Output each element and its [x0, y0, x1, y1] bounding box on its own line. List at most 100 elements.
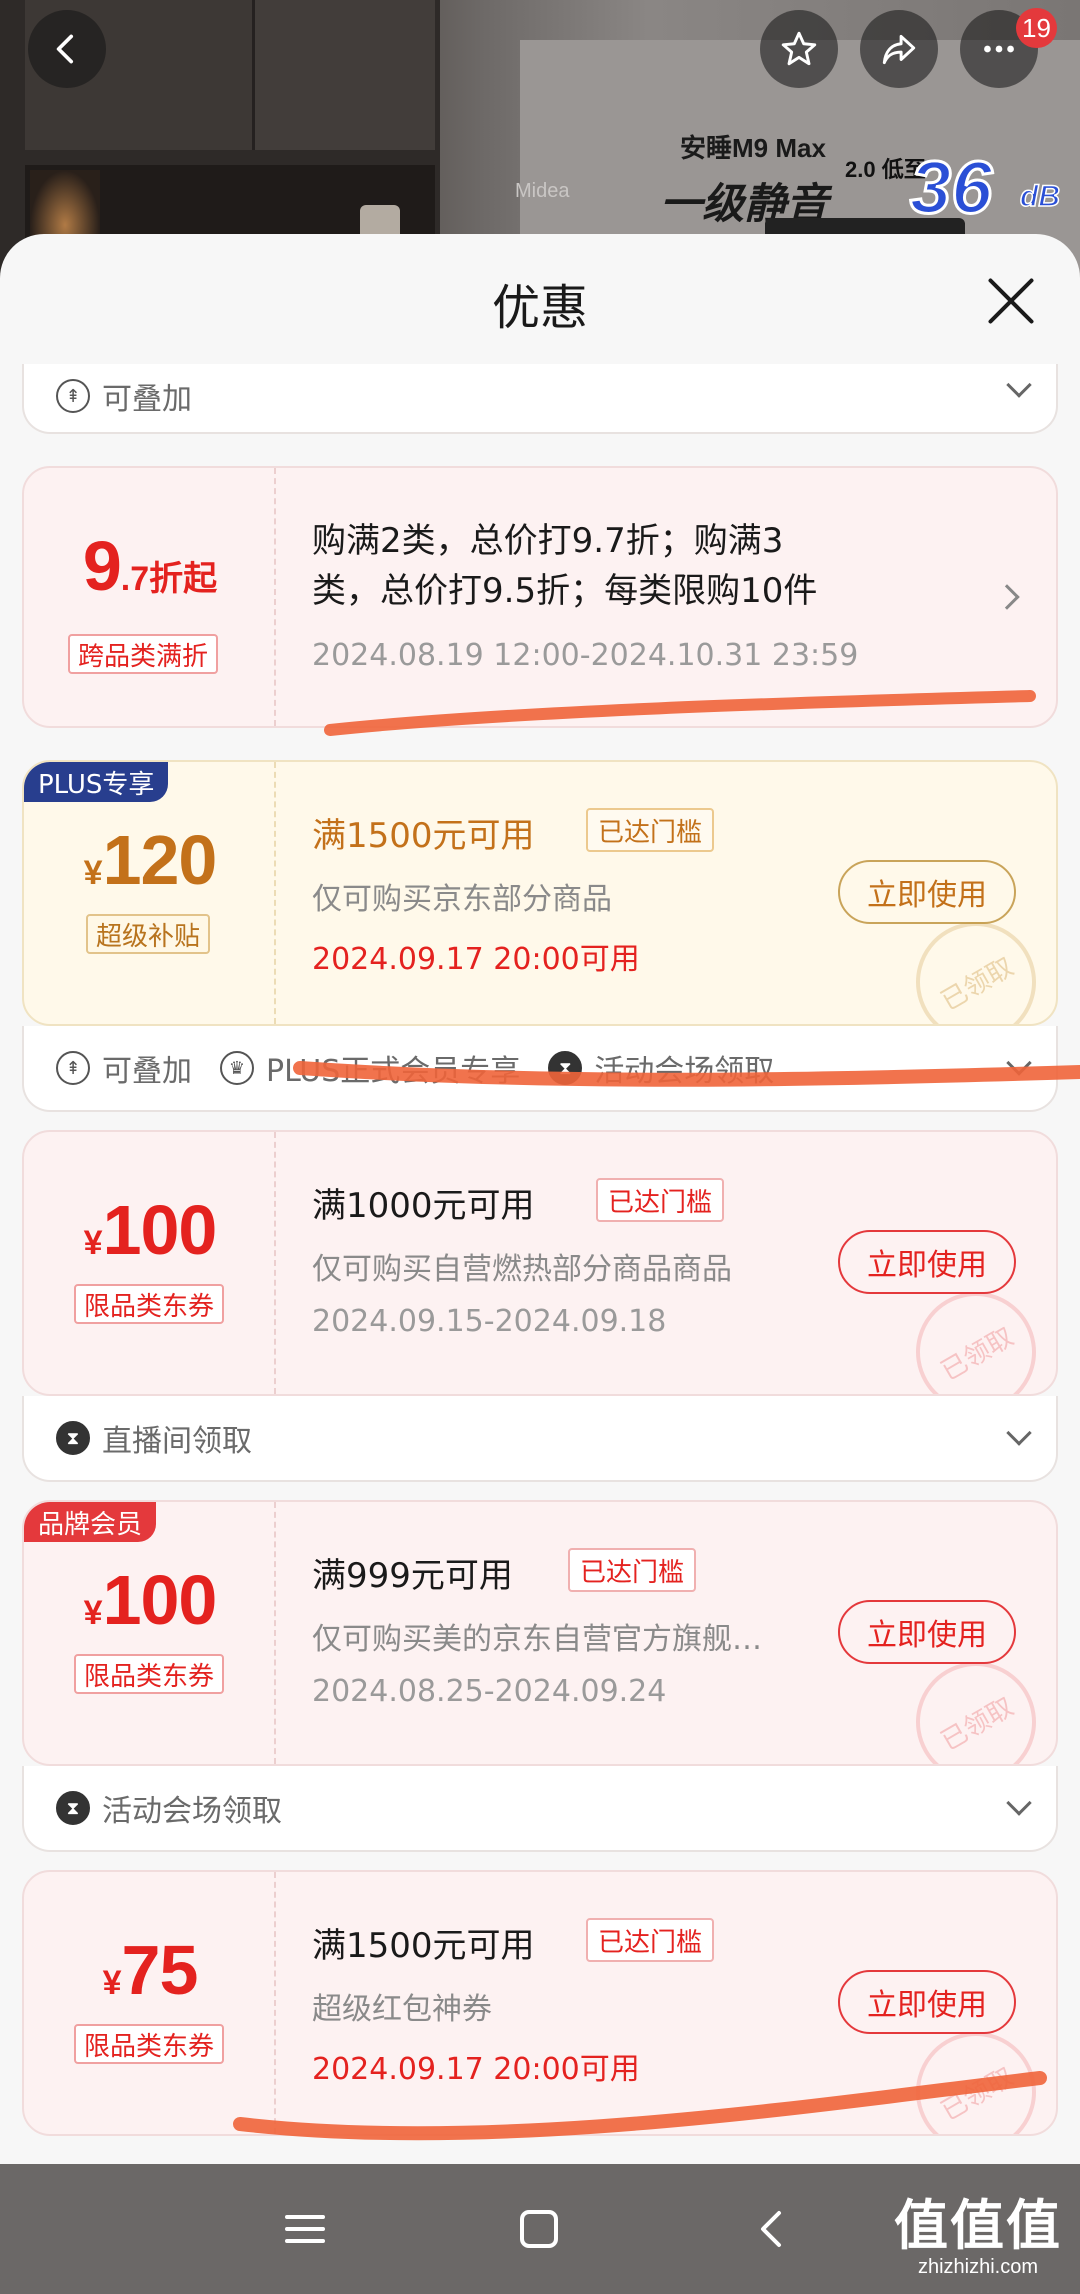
discount-card[interactable]: 9.7折起 跨品类满折 购满2类，总价打9.7折；购满3 类，总价打9.5折；每… — [22, 466, 1058, 728]
more-dots-icon — [984, 45, 1014, 53]
coupon-desc: 超级红包神券 — [312, 1992, 492, 2027]
coupon-body: 满999元可用 已达门槛 仅可购买美的京东自营官方旗舰… 2024.08.25-… — [312, 1502, 1056, 1764]
menu-icon — [285, 2215, 325, 2243]
coupon-amount-value: 75 — [121, 1931, 199, 2009]
coupon-body: 满1500元可用 已达门槛 仅可购买京东部分商品 2024.09.17 20:0… — [312, 762, 1056, 1024]
live-room-item: ⧗ 直播间领取 — [56, 1416, 252, 1460]
stack-icon: ⇞ — [56, 379, 90, 413]
coupon-footer[interactable]: ⧗ 活动会场领取 — [22, 1766, 1058, 1852]
venue-item: ⧗ 活动会场领取 — [56, 1786, 282, 1830]
discount-body: 购满2类，总价打9.7折；购满3 类，总价打9.5折；每类限购10件 2024.… — [312, 468, 1016, 726]
menu-nav-button[interactable] — [270, 2194, 340, 2264]
coupon-amount-value: 120 — [102, 821, 218, 899]
coupon-desc: 仅可购买自营燃热部分商品商品 — [312, 1252, 732, 1287]
coupon-tag: 限品类东券 — [74, 2024, 225, 2064]
ticket-icon: ⧗ — [548, 1051, 583, 1085]
notification-badge: 19 — [1016, 8, 1057, 48]
coupon-amount: ¥100 — [24, 1190, 276, 1270]
coupon-title: 满1500元可用 — [312, 816, 535, 856]
coupon-amount: ¥100 — [24, 1560, 276, 1640]
venue-item: ⧗ 活动会场领取 — [548, 1046, 774, 1090]
close-icon[interactable] — [986, 276, 1036, 326]
stackable-item: ⇞ 可叠加 — [56, 374, 192, 418]
crown-icon: ♛ — [220, 1051, 254, 1085]
sheet-title: 优惠 — [491, 280, 588, 336]
footer-label: 活动会场领取 — [594, 1054, 775, 1089]
coupon-footer[interactable]: ⧗ 直播间领取 — [22, 1396, 1058, 1482]
use-now-button[interactable]: 立即使用 — [838, 1970, 1016, 2034]
star-icon — [781, 31, 817, 66]
use-now-button[interactable]: 立即使用 — [838, 1600, 1016, 1664]
plus-member-item: ♛ PLUS正式会员专享 — [220, 1046, 520, 1090]
stackable-row[interactable]: ⇞ 可叠加 — [22, 364, 1058, 434]
watermark: 值值值 zhizhizhi.com — [894, 2196, 1062, 2279]
coupon-amount: ¥75 — [24, 1930, 276, 2010]
threshold-reached-badge: 已达门槛 — [568, 1548, 697, 1592]
chevron-left-icon — [56, 34, 74, 64]
coupon-left: ¥75 限品类东券 — [24, 1872, 276, 2134]
back-nav-button[interactable] — [738, 2194, 808, 2264]
ticket-icon: ⧗ — [56, 1791, 90, 1825]
currency-symbol: ¥ — [83, 1224, 103, 1262]
home-nav-button[interactable] — [504, 2194, 574, 2264]
brand-member-badge: 品牌会员 — [24, 1502, 157, 1542]
coupon-left: ¥100 限品类东券 — [24, 1132, 276, 1394]
watermark-domain: zhizhizhi.com — [917, 2256, 1039, 2278]
coupon-amount-value: 100 — [102, 1561, 218, 1639]
discount-validity: 2024.08.19 12:00-2024.10.31 23:59 — [312, 638, 859, 673]
coupon-card[interactable]: ¥120 超级补贴 PLUS专享 满1500元可用 已达门槛 仅可购买京东部分商… — [22, 760, 1058, 1026]
threshold-reached-badge: 已达门槛 — [586, 1918, 715, 1962]
coupon-card[interactable]: ¥75 限品类东券 满1500元可用 已达门槛 超级红包神券 2024.09.1… — [22, 1870, 1058, 2136]
watermark-logo: 值值值 — [894, 2194, 1062, 2257]
coupon-title: 满1000元可用 — [312, 1186, 535, 1226]
coupon-card[interactable]: ¥100 限品类东券 品牌会员 满999元可用 已达门槛 仅可购买美的京东自营官… — [22, 1500, 1058, 1766]
discount-rule-line: 购满2类，总价打9.7折；购满3 — [312, 521, 784, 561]
currency-symbol: ¥ — [102, 1964, 122, 2002]
system-nav-bar: 值值值 zhizhizhi.com — [0, 2164, 1080, 2294]
ticket-icon: ⧗ — [56, 1421, 90, 1455]
coupon-desc: 仅可购买京东部分商品 — [312, 882, 612, 917]
coupon-date: 2024.09.17 20:00可用 — [312, 2052, 640, 2087]
use-now-button[interactable]: 立即使用 — [838, 1230, 1016, 1294]
use-now-button[interactable]: 立即使用 — [838, 860, 1016, 924]
coupon-date: 2024.09.17 20:00可用 — [312, 942, 640, 977]
coupon-body: 满1000元可用 已达门槛 仅可购买自营燃热部分商品商品 2024.09.15-… — [312, 1132, 1056, 1394]
share-button[interactable] — [860, 10, 938, 88]
discount-amount-sub: .7折起 — [120, 560, 218, 598]
coupon-title: 满999元可用 — [312, 1556, 513, 1596]
discount-left: 9.7折起 跨品类满折 — [24, 468, 276, 726]
ad-decibel-unit: dB — [1019, 179, 1061, 214]
threshold-reached-badge: 已达门槛 — [586, 808, 715, 852]
coupon-title: 满1500元可用 — [312, 1926, 535, 1966]
coupon-date: 2024.09.15-2024.09.18 — [312, 1304, 667, 1339]
coupon-amount: ¥120 — [24, 820, 276, 900]
coupon-tag: 超级补贴 — [86, 914, 211, 954]
coupon-footer[interactable]: ⇞ 可叠加 ♛ PLUS正式会员专享 ⧗ 活动会场领取 — [22, 1026, 1058, 1112]
back-button[interactable] — [28, 10, 106, 88]
coupon-amount-value: 100 — [102, 1191, 218, 1269]
coupon-body: 满1500元可用 已达门槛 超级红包神券 2024.09.17 20:00可用 … — [312, 1872, 1056, 2134]
discount-amount-main: 9 — [82, 527, 122, 605]
coupon-sheet: 优惠 ⇞ 可叠加 9.7折起 跨品类满折 购满2类，总价打9.7折；购满3 类，… — [0, 234, 1080, 2164]
stack-icon: ⇞ — [56, 1051, 90, 1085]
back-arrow-icon — [761, 2211, 781, 2247]
threshold-reached-badge: 已达门槛 — [596, 1178, 725, 1222]
share-icon — [882, 34, 916, 65]
discount-rules: 购满2类，总价打9.7折；购满3 类，总价打9.5折；每类限购10件 — [312, 516, 872, 616]
home-square-icon — [520, 2210, 558, 2248]
stackable-label: 可叠加 — [102, 382, 192, 417]
stackable-item: ⇞ 可叠加 — [56, 1046, 192, 1090]
discount-tag: 跨品类满折 — [68, 634, 219, 674]
ad-model-title: 安睡M9 Max — [680, 133, 826, 163]
brand-logo: Midea — [515, 180, 570, 202]
cabinet-panel — [255, 0, 435, 150]
discount-amount: 9.7折起 — [24, 526, 276, 606]
coupon-date: 2024.08.25-2024.09.24 — [312, 1674, 667, 1709]
coupon-tag: 限品类东券 — [74, 1654, 225, 1694]
coupon-desc: 仅可购买美的京东自营官方旗舰… — [312, 1622, 762, 1657]
footer-label: 可叠加 — [102, 1054, 192, 1089]
coupon-card[interactable]: ¥100 限品类东券 满1000元可用 已达门槛 仅可购买自营燃热部分商品商品 … — [22, 1130, 1058, 1396]
favorite-button[interactable] — [760, 10, 838, 88]
coupon-list[interactable]: ⇞ 可叠加 9.7折起 跨品类满折 购满2类，总价打9.7折；购满3 类，总价打… — [0, 364, 1080, 2164]
plus-exclusive-badge: PLUS专享 — [24, 762, 169, 802]
